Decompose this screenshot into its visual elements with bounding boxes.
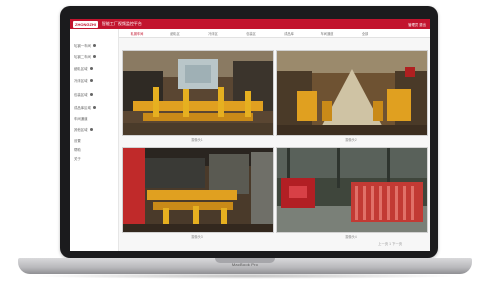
camera-image bbox=[277, 51, 427, 135]
camera-feed-2[interactable] bbox=[276, 50, 428, 136]
camera-label: 摄像头3 bbox=[191, 235, 203, 239]
sidebar-item[interactable]: 成品库区域 bbox=[74, 105, 96, 110]
tab-bar: 轧钢车间 细轧区 冷床区 包装区 成品库 车间通道 全部 bbox=[118, 29, 430, 38]
camera-image bbox=[123, 51, 273, 135]
camera-image bbox=[123, 148, 273, 232]
app-logo: ZHONGZHI bbox=[73, 20, 98, 28]
tab-item[interactable]: 细轧区 bbox=[156, 31, 194, 36]
status-dot-icon bbox=[89, 67, 93, 70]
sidebar-item-label: 包装区域 bbox=[74, 93, 88, 97]
sidebar: 轧钢一车间 轧钢二车间 细轧区域 冷床区域 包装区域 成品库区域 车间通道 其他… bbox=[70, 29, 119, 251]
sidebar-item[interactable]: 轧钢一车间 bbox=[74, 43, 96, 48]
sidebar-item[interactable]: 关于 bbox=[74, 156, 81, 161]
tab-item[interactable]: 冷床区 bbox=[194, 31, 232, 36]
camera-image bbox=[277, 148, 427, 232]
sidebar-item[interactable]: 设置 bbox=[74, 138, 81, 143]
camera-feed-3[interactable] bbox=[122, 147, 274, 233]
sidebar-item[interactable]: 帮助 bbox=[74, 147, 81, 152]
sidebar-item-label: 帮助 bbox=[74, 148, 81, 152]
status-dot-icon bbox=[89, 79, 93, 82]
camera-label: 摄像头2 bbox=[345, 138, 357, 142]
tab-item[interactable]: 全部 bbox=[346, 31, 384, 36]
tab-item[interactable]: 成品库 bbox=[270, 31, 308, 36]
camera-label: 摄像头4 bbox=[345, 235, 357, 239]
status-dot-icon bbox=[92, 55, 96, 58]
app-header: ZHONGZHI 智能工厂视频监控平台 管理员 退出 bbox=[70, 19, 430, 29]
tab-item[interactable]: 车间通道 bbox=[308, 31, 346, 36]
user-menu[interactable]: 管理员 退出 bbox=[408, 22, 426, 27]
tab-item[interactable]: 轧钢车间 bbox=[118, 31, 156, 36]
camera-label: 摄像头1 bbox=[191, 138, 203, 142]
app-title: 智能工厂视频监控平台 bbox=[101, 21, 142, 26]
camera-feed-4[interactable] bbox=[276, 147, 428, 233]
sidebar-item-label: 轧钢二车间 bbox=[74, 55, 91, 59]
status-dot-icon bbox=[89, 128, 93, 131]
sidebar-item-label: 冷床区域 bbox=[74, 79, 88, 83]
sidebar-item-label: 细轧区域 bbox=[74, 67, 88, 71]
camera-feed-1[interactable] bbox=[122, 50, 274, 136]
sidebar-item[interactable]: 细轧区域 bbox=[74, 66, 93, 71]
sidebar-item[interactable]: 车间通道 bbox=[74, 116, 88, 121]
sidebar-item[interactable]: 冷床区域 bbox=[74, 78, 93, 83]
sidebar-item-label: 其他区域 bbox=[74, 128, 88, 132]
sidebar-item-label: 轧钢一车间 bbox=[74, 44, 91, 48]
status-dot-icon bbox=[92, 44, 96, 47]
pagination[interactable]: 上一页 1 下一页 bbox=[378, 241, 402, 246]
sidebar-item[interactable]: 轧钢二车间 bbox=[74, 54, 96, 59]
sidebar-item-label: 成品库区域 bbox=[74, 106, 91, 110]
sidebar-item[interactable]: 其他区域 bbox=[74, 127, 93, 132]
status-dot-icon bbox=[92, 106, 96, 109]
sidebar-item[interactable]: 包装区域 bbox=[74, 92, 93, 97]
tab-item[interactable]: 包装区 bbox=[232, 31, 270, 36]
device-brand-label: MacBook Pro bbox=[231, 262, 259, 267]
sidebar-item-label: 关于 bbox=[74, 157, 81, 161]
sidebar-item-label: 车间通道 bbox=[74, 117, 88, 121]
laptop-screen: ZHONGZHI 智能工厂视频监控平台 管理员 退出 轧钢车间 细轧区 冷床区 … bbox=[70, 19, 430, 251]
sidebar-item-label: 设置 bbox=[74, 139, 81, 143]
status-dot-icon bbox=[89, 93, 93, 96]
